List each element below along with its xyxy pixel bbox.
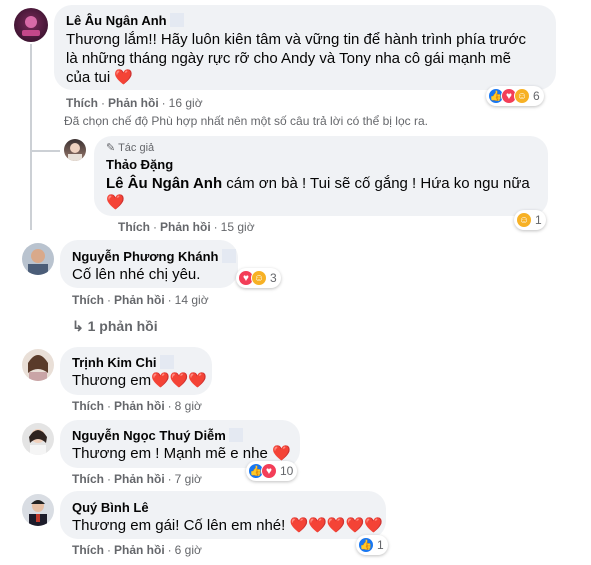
timestamp[interactable]: 14 giờ — [175, 293, 209, 307]
like-button[interactable]: Thích — [72, 399, 104, 413]
commenter-name-text[interactable]: Nguyễn Phương Khánh — [72, 249, 219, 264]
separator: · — [167, 293, 172, 307]
separator: · — [101, 96, 105, 110]
view-replies-label[interactable]: 1 phản hồi — [88, 318, 158, 334]
timestamp[interactable]: 8 giờ — [175, 399, 202, 413]
avatar[interactable] — [22, 243, 54, 275]
comment-actions: Thích · Phản hồi · 6 giờ — [72, 543, 202, 557]
avatar[interactable] — [22, 494, 54, 526]
comment-actions: Thích · Phản hồi · 16 giờ — [66, 96, 203, 110]
reply-button[interactable]: Phản hồi — [114, 399, 165, 413]
commenter-name[interactable]: Nguyễn Ngọc Thuý Diễm — [72, 428, 243, 443]
comment-actions: Thích · Phản hồi · 14 giờ — [72, 293, 209, 307]
comment-actions: Thích · Phản hồi · 7 giờ — [72, 472, 202, 486]
reaction-summary[interactable]: ☺ 1 — [514, 210, 546, 230]
commenter-name-text[interactable]: Trịnh Kim Chi — [72, 355, 157, 370]
redacted-box — [169, 13, 184, 27]
like-button[interactable]: Thích — [72, 543, 104, 557]
thread-connector — [30, 150, 60, 152]
reaction-summary[interactable]: 👍 1 — [356, 535, 388, 555]
comment-text: Cố lên nhé chị yêu. — [72, 266, 201, 283]
author-badge: ✎ Tác giả — [106, 141, 154, 154]
separator: · — [213, 220, 218, 234]
comment-text-body: Thương em gái! Cố lên em nhé! — [72, 517, 286, 534]
commenter-name[interactable]: Nguyễn Phương Khánh — [72, 249, 236, 264]
heart-emoji: ❤️❤️❤️❤️❤️ — [289, 517, 383, 534]
comment-text: Thương em❤️❤️❤️ — [72, 371, 207, 391]
mention-link[interactable]: Lê Âu Ngân Anh — [106, 175, 222, 192]
commenter-name[interactable]: Trịnh Kim Chi — [72, 355, 174, 370]
reaction-summary[interactable]: 👍 ♥ ☺ 6 — [486, 86, 544, 106]
separator: · — [107, 293, 111, 307]
avatar[interactable] — [14, 8, 48, 42]
reply-button[interactable]: Phản hồi — [114, 293, 165, 307]
comment-text-body: Thương em ! Mạnh mẽ e nhe — [72, 445, 268, 462]
filter-notice: Đã chọn chế độ Phù hợp nhất nên một số c… — [64, 114, 428, 128]
author-badge-label: Tác giả — [118, 142, 155, 154]
reply-actions: Thích · Phản hồi · 15 giờ — [118, 220, 255, 234]
heart-emoji: ❤️ — [114, 69, 134, 86]
reaction-count: 1 — [377, 538, 384, 552]
separator: · — [153, 220, 157, 234]
separator: · — [107, 543, 111, 557]
redacted-box — [159, 355, 174, 369]
commenter-name-text[interactable]: Nguyễn Ngọc Thuý Diễm — [72, 428, 226, 443]
reply-arrow-icon: ↳ — [72, 318, 84, 334]
reply-button[interactable]: Phản hồi — [114, 472, 165, 486]
like-button[interactable]: Thích — [72, 293, 104, 307]
reaction-count: 6 — [533, 89, 540, 103]
reaction-summary[interactable]: 👍 ♥ 10 — [246, 461, 298, 481]
reply-button[interactable]: Phản hồi — [108, 96, 159, 110]
redacted-box — [228, 428, 243, 442]
heart-emoji: ❤️ — [271, 445, 291, 462]
thread-line — [30, 44, 32, 230]
commenter-name-text[interactable]: Lê Âu Ngân Anh — [66, 13, 167, 28]
timestamp[interactable]: 16 giờ — [169, 96, 203, 110]
avatar[interactable] — [64, 139, 86, 161]
timestamp[interactable]: 6 giờ — [175, 543, 202, 557]
separator: · — [107, 472, 111, 486]
timestamp[interactable]: 15 giờ — [221, 220, 255, 234]
comment-text-line: là những tháng ngày rực rỡ cho Andy và T… — [66, 50, 511, 67]
care-reaction-icon: ☺ — [514, 88, 530, 104]
like-button[interactable]: Thích — [72, 472, 104, 486]
separator: · — [107, 399, 111, 413]
reaction-count: 3 — [270, 271, 277, 285]
pen-icon: ✎ — [106, 142, 116, 154]
comment-text: Thương em gái! Cố lên em nhé! ❤️❤️❤️❤️❤️ — [72, 516, 383, 536]
heart-emoji: ❤️ — [106, 194, 125, 211]
separator: · — [167, 543, 172, 557]
avatar[interactable] — [22, 423, 54, 455]
avatar[interactable] — [22, 349, 54, 381]
separator: · — [167, 472, 172, 486]
reaction-count: 10 — [280, 464, 294, 478]
like-reaction-icon: 👍 — [358, 537, 374, 553]
reply-text: Lê Âu Ngân Anh cám ơn bà ! Tui sẽ cố gắn… — [106, 174, 530, 194]
comment-text: của tui — [66, 69, 111, 86]
reaction-count: 1 — [535, 213, 542, 227]
reaction-summary[interactable]: ♥ ☺ 3 — [236, 268, 281, 288]
comment-actions: Thích · Phản hồi · 8 giờ — [72, 399, 202, 413]
care-reaction-icon: ☺ — [251, 270, 267, 286]
heart-emoji: ❤️❤️❤️ — [151, 372, 208, 389]
separator: · — [167, 399, 172, 413]
comment-text-line: của tui ❤️ — [66, 68, 133, 88]
like-button[interactable]: Thích — [118, 220, 150, 234]
like-button[interactable]: Thích — [66, 96, 98, 110]
commenter-name[interactable]: Quý Bình Lê — [72, 500, 149, 515]
separator: · — [161, 96, 166, 110]
reply-button[interactable]: Phản hồi — [160, 220, 211, 234]
redacted-box — [221, 249, 236, 263]
reply-button[interactable]: Phản hồi — [114, 543, 165, 557]
love-reaction-icon: ♥ — [261, 463, 277, 479]
care-reaction-icon: ☺ — [516, 212, 532, 228]
comment-text-body: Thương em — [72, 372, 152, 389]
reply-text-body: cám ơn bà ! Tui sẽ cố gắng ! Hứa ko ngu … — [222, 175, 530, 192]
commenter-name[interactable]: Thảo Đặng — [106, 157, 173, 172]
commenter-name[interactable]: Lê Âu Ngân Anh — [66, 13, 184, 28]
timestamp[interactable]: 7 giờ — [175, 472, 202, 486]
view-replies-link[interactable]: ↳ 1 phản hồi — [72, 318, 158, 335]
comment-text-line: Thương lắm!! Hãy luôn kiên tâm và vững t… — [66, 31, 527, 48]
